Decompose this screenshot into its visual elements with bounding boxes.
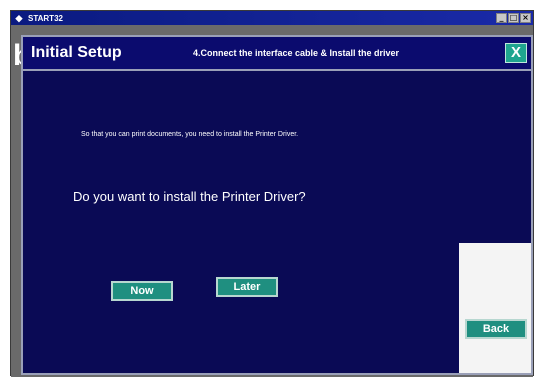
install-question: Do you want to install the Printer Drive…: [73, 189, 306, 204]
now-button[interactable]: Now: [111, 281, 173, 301]
back-panel: Back: [459, 243, 531, 373]
window-controls: _ □ ×: [496, 13, 531, 23]
step-title: 4.Connect the interface cable & Install …: [193, 48, 400, 58]
screen: ◆ START32 _ □ × b Initial Setup 4.Connec…: [0, 0, 544, 380]
app-titlebar: ◆ START32 _ □ ×: [11, 11, 533, 25]
setup-title: Initial Setup: [31, 44, 122, 61]
setup-content: So that you can print documents, you nee…: [23, 71, 531, 373]
close-icon[interactable]: X: [505, 43, 527, 63]
maximize-button[interactable]: □: [508, 13, 519, 23]
setup-header: Initial Setup 4.Connect the interface ca…: [23, 37, 531, 71]
later-button[interactable]: Later: [216, 277, 278, 297]
window-close-button[interactable]: ×: [520, 13, 531, 23]
minimize-button[interactable]: _: [496, 13, 507, 23]
back-button[interactable]: Back: [465, 319, 527, 339]
setup-dialog: Initial Setup 4.Connect the interface ca…: [21, 35, 533, 375]
app-icon: ◆: [15, 13, 23, 23]
info-text: So that you can print documents, you nee…: [81, 131, 299, 138]
app-title: START32: [28, 13, 63, 23]
